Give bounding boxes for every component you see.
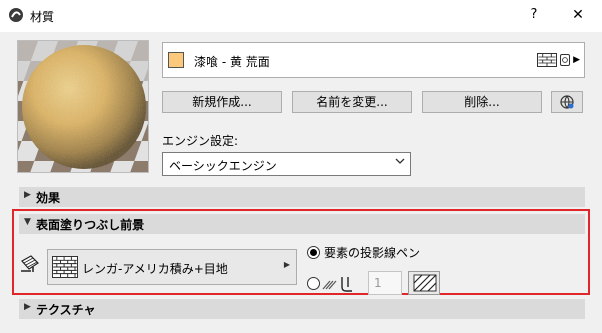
triangle-right-icon: ▶ <box>283 260 290 269</box>
help-icon[interactable]: ? <box>523 3 545 27</box>
new-button[interactable]: 新規作成... <box>162 91 282 113</box>
app-icon <box>9 8 23 22</box>
projection-pen-radio[interactable] <box>307 246 320 259</box>
pen-number-input[interactable]: 1 <box>368 271 402 295</box>
material-swatch-icon <box>168 52 184 68</box>
triangle-right-icon: ▶ <box>24 190 31 200</box>
globe-icon <box>560 95 574 109</box>
pen-icon <box>322 277 352 292</box>
title-bar: 材質 ? ✕ <box>0 0 602 32</box>
triangle-right-icon: ▶ <box>24 302 31 312</box>
material-field-icons: ▶ <box>537 53 580 67</box>
chevron-down-icon <box>394 155 406 170</box>
window-title: 材質 <box>30 10 55 24</box>
custom-pen-radio[interactable] <box>307 277 320 290</box>
delete-button[interactable]: 削除... <box>422 91 542 113</box>
engine-select[interactable]: ベーシックエンジン <box>162 152 411 176</box>
section-effect[interactable]: ▶ 効果 <box>19 187 585 207</box>
material-name: 漆喰 - 黄 荒面 <box>194 55 270 69</box>
triangle-right-icon[interactable]: ▶ <box>573 55 580 65</box>
section-texture-title: テクスチャ <box>36 303 96 317</box>
sphere-preview-icon <box>560 54 571 66</box>
paint-bucket-icon <box>21 255 39 272</box>
fill-pattern-field[interactable]: レンガ-アメリカ積み+目地 ▶ <box>47 249 297 285</box>
pen-color-swatch-icon[interactable] <box>408 271 440 295</box>
projection-pen-label: 要素の投影線ペン <box>324 246 421 260</box>
globe-button[interactable] <box>551 91 583 113</box>
engine-value: ベーシックエンジン <box>169 159 277 173</box>
section-effect-title: 効果 <box>36 191 61 205</box>
brick-pattern-icon <box>537 53 558 67</box>
fill-pattern-name: レンガ-アメリカ積み+目地 <box>82 262 228 276</box>
material-name-field[interactable]: 漆喰 - 黄 荒面 ▶ <box>162 42 585 78</box>
brick-pattern-icon <box>52 256 78 278</box>
material-preview <box>17 40 149 173</box>
section-texture[interactable]: ▶ テクスチャ <box>19 299 585 319</box>
close-icon[interactable]: ✕ <box>567 3 589 27</box>
engine-label: エンジン設定: <box>162 134 239 148</box>
rename-button[interactable]: 名前を変更... <box>292 91 412 113</box>
